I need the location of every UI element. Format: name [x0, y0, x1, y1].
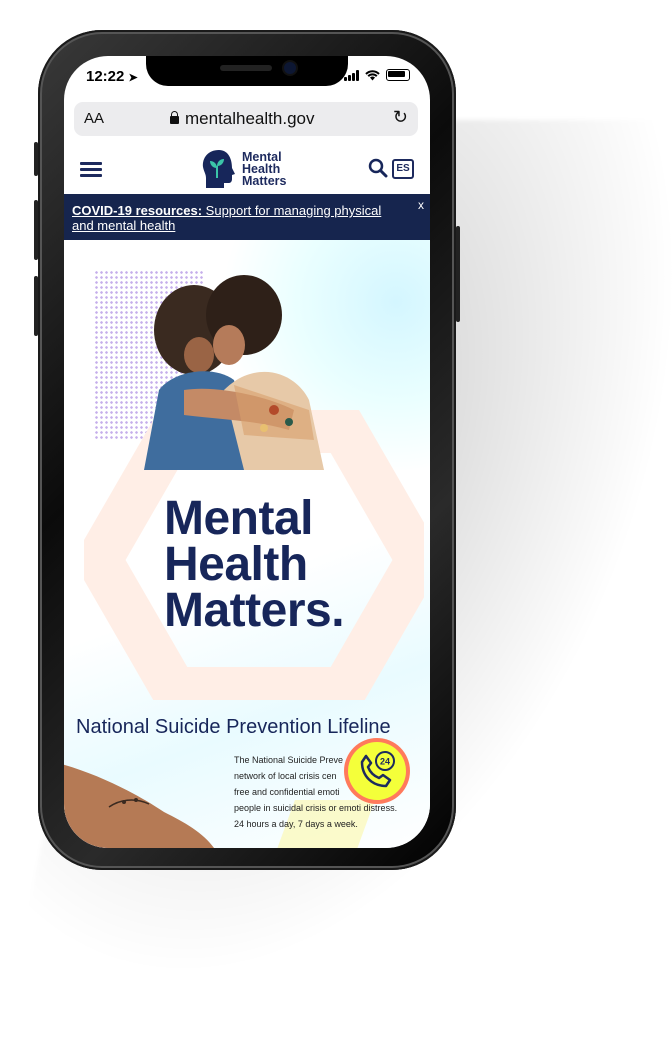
phone-screen: 12:22 ➤ AA mentalhealth.gov ↻ Mental Hea… — [64, 56, 430, 848]
site-header: Mental Health Matters ES — [64, 142, 430, 194]
volume-up-button — [34, 200, 38, 260]
phone-24-icon: 24 — [360, 751, 395, 788]
hamburger-menu-icon[interactable] — [80, 162, 102, 178]
head-sprout-logo-icon — [202, 150, 235, 188]
volume-down-button — [34, 276, 38, 336]
browser-url-bar[interactable]: AA mentalhealth.gov ↻ — [74, 102, 418, 136]
logo-text: Mental Health Matters — [242, 150, 287, 188]
battery-icon — [386, 69, 410, 81]
url-field[interactable]: mentalhealth.gov — [170, 109, 314, 129]
covid-resources-link[interactable]: COVID-19 resources: Support for managing… — [72, 203, 392, 233]
site-logo[interactable]: Mental Health Matters — [200, 148, 286, 190]
location-arrow-icon: ➤ — [128, 72, 138, 84]
covid-alert-banner: COVID-19 resources: Support for managing… — [64, 194, 430, 240]
front-camera — [284, 62, 296, 74]
status-time: 12:22 ➤ — [86, 68, 138, 85]
hero-headline: Mental Health Matters. — [164, 492, 345, 637]
call-lifeline-button[interactable]: 24 — [348, 742, 406, 800]
power-button — [456, 226, 460, 322]
hero-section: Mental Health Matters. National Suicide … — [64, 240, 430, 848]
lock-icon — [170, 111, 179, 124]
status-icons — [344, 69, 410, 81]
call-badge-text: 24 — [380, 757, 390, 767]
wifi-icon — [365, 69, 380, 80]
search-icon[interactable] — [368, 158, 388, 178]
text-size-button[interactable]: AA — [84, 110, 104, 127]
speaker — [220, 65, 272, 71]
lifeline-title: National Suicide Prevention Lifeline — [76, 716, 391, 738]
hugging-women-photo — [144, 275, 324, 470]
alert-close-button[interactable]: x — [418, 198, 424, 212]
language-toggle-button[interactable]: ES — [392, 159, 414, 179]
notch — [146, 56, 348, 86]
tattooed-hand-photo — [64, 764, 214, 848]
reload-icon[interactable]: ↻ — [393, 107, 408, 128]
mute-switch — [34, 142, 38, 176]
